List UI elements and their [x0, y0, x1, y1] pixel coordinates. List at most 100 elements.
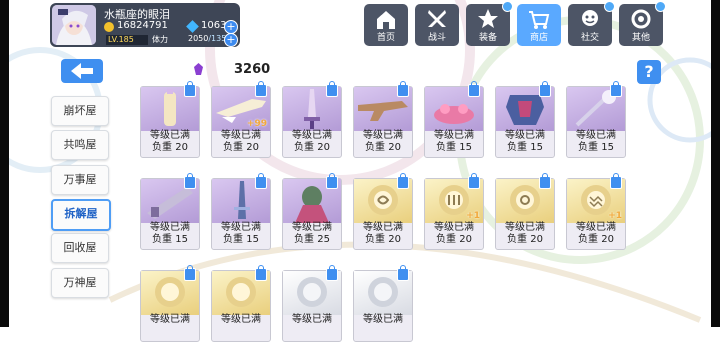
- item-bonus: +99: [246, 119, 267, 129]
- nav-equipment[interactable]: 装备: [466, 1, 513, 46]
- nav-equipment-label: 装备: [478, 33, 497, 43]
- shop-icon: [529, 11, 550, 29]
- add-stamina-button[interactable]: +: [224, 33, 238, 47]
- player-level: LV.185: [106, 35, 148, 45]
- nav-other-label: 其他: [631, 33, 650, 43]
- item-status: 等级已满: [292, 314, 332, 325]
- resource-amount: 3260: [234, 62, 271, 77]
- item-load: 负重 20: [365, 234, 401, 245]
- item-load: 负重 15: [223, 234, 259, 245]
- item-card[interactable]: +1 等级已满 负重 20: [424, 173, 484, 250]
- item-card[interactable]: 等级已满: [353, 265, 413, 342]
- lock-icon: [326, 81, 338, 97]
- item-load: 负重 20: [294, 142, 330, 153]
- lock-icon: [397, 173, 409, 189]
- item-load: 负重 15: [507, 142, 543, 153]
- item-load: 负重 20: [152, 142, 188, 153]
- item-card[interactable]: 等级已满: [211, 265, 271, 342]
- item-card[interactable]: 等级已满 负重 20: [353, 81, 413, 158]
- social-icon: [582, 10, 598, 26]
- item-status: 等级已满: [363, 130, 403, 141]
- item-status: 等级已满: [505, 130, 545, 141]
- crystal-icon: [186, 20, 199, 33]
- item-load: 负重 15: [578, 142, 614, 153]
- lock-icon: [184, 265, 196, 281]
- item-card[interactable]: 等级已满 负重 15: [211, 173, 271, 250]
- add-crystal-button[interactable]: +: [224, 20, 238, 34]
- lock-icon: [326, 173, 338, 189]
- nav-battle[interactable]: 战斗: [415, 4, 459, 46]
- sidebar-item-resonance-shop[interactable]: 共鸣屋: [51, 130, 109, 160]
- other-notification-dot: [655, 1, 666, 12]
- lock-icon: [397, 265, 409, 281]
- item-status: 等级已满: [150, 222, 190, 233]
- item-card[interactable]: +99 等级已满 负重 20: [211, 81, 271, 158]
- back-button[interactable]: [61, 59, 103, 83]
- character-portrait-icon: [52, 5, 96, 45]
- help-button[interactable]: ?: [637, 60, 661, 84]
- item-card[interactable]: 等级已满 负重 15: [140, 173, 200, 250]
- sidebar-item-pantheon-shop[interactable]: 万神屋: [51, 268, 109, 298]
- lock-icon: [255, 81, 267, 97]
- item-status: 等级已满: [363, 222, 403, 233]
- item-status: 等级已满: [221, 130, 261, 141]
- item-card[interactable]: 等级已满 负重 20: [353, 173, 413, 250]
- equipment-icon: [478, 9, 498, 28]
- lock-icon: [184, 173, 196, 189]
- item-load: 负重 15: [152, 234, 188, 245]
- back-arrow-icon: [71, 63, 93, 79]
- stamina-label: 体力: [152, 35, 168, 44]
- item-status: 等级已满: [150, 314, 190, 325]
- item-load: 负重 20: [578, 234, 614, 245]
- item-status: 等级已满: [221, 222, 261, 233]
- item-card[interactable]: 等级已满 负重 15: [424, 81, 484, 158]
- item-bonus: +1: [608, 211, 622, 221]
- nav-social-label: 社交: [580, 33, 599, 43]
- lock-icon: [397, 81, 409, 97]
- left-black-bar: [0, 0, 9, 327]
- item-load: 负重 15: [436, 142, 472, 153]
- item-load: 负重 20: [436, 234, 472, 245]
- gold-coin-icon: [104, 22, 114, 32]
- sidebar-item-general-shop[interactable]: 万事屋: [51, 165, 109, 195]
- item-card[interactable]: 等级已满 负重 20: [282, 81, 342, 158]
- nav-shop[interactable]: 商店: [517, 4, 561, 46]
- item-card[interactable]: 等级已满: [140, 265, 200, 342]
- item-bonus: +1: [466, 211, 480, 221]
- lock-icon: [184, 81, 196, 97]
- lock-icon: [539, 173, 551, 189]
- sidebar-item-recycle-shop[interactable]: 回收屋: [51, 233, 109, 263]
- sidebar-item-collapse-shop[interactable]: 崩坏屋: [51, 96, 109, 126]
- item-status: 等级已满: [505, 222, 545, 233]
- item-status: 等级已满: [292, 222, 332, 233]
- purple-material-icon: [194, 63, 203, 75]
- item-card[interactable]: 等级已满 负重 15: [566, 81, 626, 158]
- item-load: 负重 20: [223, 142, 259, 153]
- item-card[interactable]: 等级已满 负重 15: [495, 81, 555, 158]
- item-load: 负重 20: [507, 234, 543, 245]
- lock-icon: [468, 173, 480, 189]
- item-card[interactable]: 等级已满: [282, 265, 342, 342]
- sidebar-item-disassembly-shop[interactable]: 拆解屋: [51, 199, 111, 231]
- lock-icon: [610, 81, 622, 97]
- nav-social[interactable]: 社交: [568, 1, 615, 46]
- item-card[interactable]: 等级已满 负重 25: [282, 173, 342, 250]
- item-status: 等级已满: [576, 130, 616, 141]
- lock-icon: [539, 81, 551, 97]
- nav-home-label: 首页: [376, 33, 395, 43]
- item-card[interactable]: 等级已满 负重 20: [495, 173, 555, 250]
- player-profile-panel[interactable]: 水瓶座的眼泪 16824791 1063 + LV.185 体力 2050/13…: [50, 3, 240, 47]
- nav-other[interactable]: 其他: [619, 1, 666, 46]
- item-card[interactable]: 等级已满 负重 20: [140, 81, 200, 158]
- lock-icon: [326, 265, 338, 281]
- battle-icon: [428, 10, 446, 27]
- item-status: 等级已满: [434, 130, 474, 141]
- nav-home[interactable]: 首页: [364, 4, 408, 46]
- item-status: 等级已满: [576, 222, 616, 233]
- nav-battle-label: 战斗: [427, 33, 446, 43]
- gold-currency: 16824791: [104, 20, 184, 33]
- avatar[interactable]: [52, 5, 96, 45]
- item-status: 等级已满: [434, 222, 474, 233]
- item-card[interactable]: +1 等级已满 负重 20: [566, 173, 626, 250]
- item-status: 等级已满: [150, 130, 190, 141]
